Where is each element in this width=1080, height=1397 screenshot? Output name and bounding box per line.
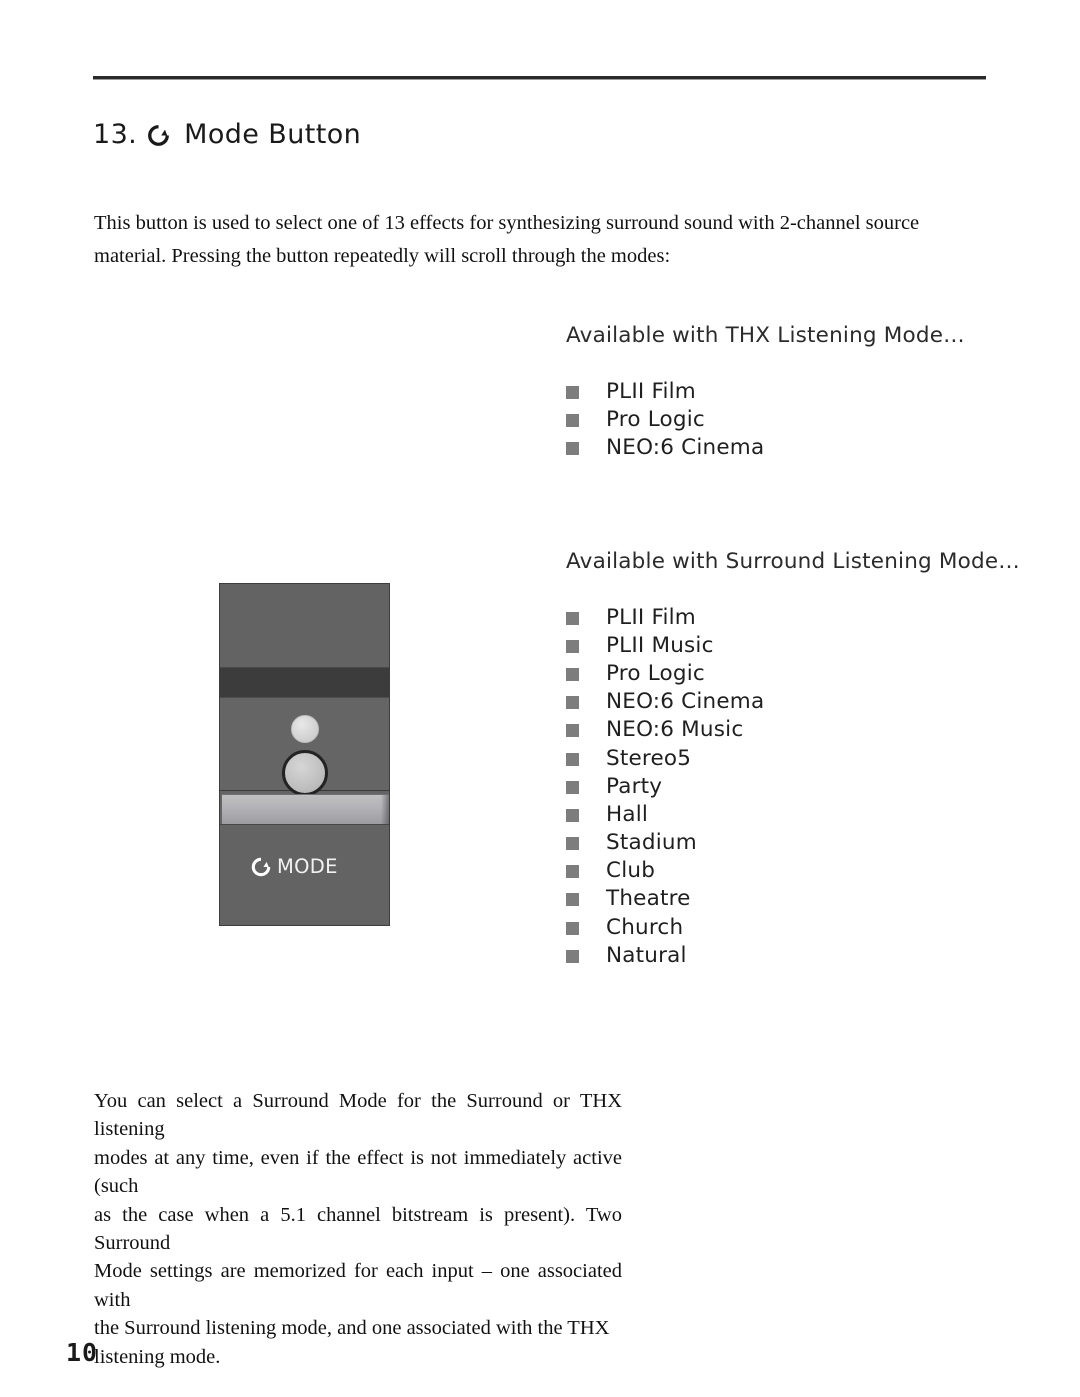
square-bullet-icon <box>566 696 579 710</box>
surround-listening-mode-list: Available with Surround Listening Mode… … <box>566 549 1020 969</box>
paragraph-line: listening mode. <box>94 1345 221 1368</box>
list-item: Pro Logic <box>566 405 965 433</box>
mode-label: Church <box>606 914 684 940</box>
surround-mode-items: PLII Film PLII Music Pro Logic NEO:6 Cin… <box>566 603 1020 969</box>
remote-mode-button[interactable] <box>281 750 328 796</box>
remote-mode-label: MODE <box>277 855 338 878</box>
thx-mode-items: PLII Film Pro Logic NEO:6 Cinema <box>566 377 965 462</box>
mode-label: Club <box>606 858 656 884</box>
remote-light-bar <box>222 794 389 825</box>
remote-dark-band <box>220 668 389 697</box>
page-title: 13. Mode Button <box>93 119 361 150</box>
square-bullet-icon <box>566 752 579 766</box>
mode-label: NEO:6 Cinema <box>606 689 765 715</box>
mode-label: PLII Film <box>606 604 696 630</box>
mode-label: Pro Logic <box>606 660 705 686</box>
square-bullet-icon <box>566 667 579 681</box>
square-bullet-icon <box>566 837 579 851</box>
square-bullet-icon <box>566 413 579 427</box>
square-bullet-icon <box>566 865 579 879</box>
mode-label: Pro Logic <box>606 406 705 432</box>
square-bullet-icon <box>566 441 579 455</box>
mode-label: Stereo5 <box>606 745 692 771</box>
thx-listening-mode-list: Available with THX Listening Mode… PLII … <box>566 323 965 462</box>
list-item: PLII Film <box>566 603 1020 631</box>
page-number: 10 <box>66 1338 99 1367</box>
paragraph-line: as the case when a 5.1 channel bitstream… <box>94 1203 622 1255</box>
remote-small-button[interactable] <box>290 715 319 743</box>
square-bullet-icon <box>566 949 579 963</box>
list-item: Church <box>566 913 1020 941</box>
list-item: Pro Logic <box>566 659 1020 687</box>
mode-label: NEO:6 Music <box>606 717 744 743</box>
cycle-arrow-icon <box>146 123 171 148</box>
section-number: 13. <box>93 119 138 150</box>
remote-control-illustration: MODE <box>219 583 390 926</box>
closing-paragraph: You can select a Surround Mode for the S… <box>94 1087 622 1371</box>
list-item: Theatre <box>566 885 1020 913</box>
remote-lower-panel: MODE <box>220 824 389 925</box>
list-item: Stereo5 <box>566 744 1020 772</box>
mode-label: PLII Film <box>606 378 696 404</box>
paragraph-line: modes at any time, even if the effect is… <box>94 1146 622 1198</box>
square-bullet-icon <box>566 611 579 625</box>
list-item: PLII Film <box>566 377 965 405</box>
square-bullet-icon <box>566 780 579 794</box>
square-bullet-icon <box>566 639 579 653</box>
square-bullet-icon <box>566 724 579 738</box>
mode-label: Theatre <box>606 886 691 912</box>
list-item: NEO:6 Cinema <box>566 433 965 461</box>
mode-label: Stadium <box>606 830 697 856</box>
square-bullet-icon <box>566 385 579 399</box>
cycle-arrow-icon <box>250 856 272 878</box>
remote-button-panel <box>220 697 389 796</box>
surround-list-title: Available with Surround Listening Mode… <box>566 549 1020 574</box>
mode-label: Hall <box>606 801 649 827</box>
list-item: Club <box>566 857 1020 885</box>
mode-label: NEO:6 Cinema <box>606 434 765 460</box>
list-item: PLII Music <box>566 631 1020 659</box>
paragraph-line: Mode settings are memorized for each inp… <box>94 1260 622 1311</box>
paragraph-line: the Surround listening mode, and one ass… <box>94 1317 610 1340</box>
list-item: Natural <box>566 941 1020 969</box>
square-bullet-icon <box>566 921 579 935</box>
thx-list-title: Available with THX Listening Mode… <box>566 323 965 348</box>
list-item: Hall <box>566 800 1020 828</box>
paragraph-line: You can select a Surround Mode for the S… <box>94 1090 622 1141</box>
square-bullet-icon <box>566 893 579 907</box>
remote-upper-panel <box>220 584 389 668</box>
header-divider <box>93 76 986 80</box>
list-item: Stadium <box>566 829 1020 857</box>
list-item: NEO:6 Cinema <box>566 688 1020 716</box>
section-title: Mode Button <box>184 119 362 150</box>
mode-label: Party <box>606 773 663 799</box>
remote-mode-legend: MODE <box>250 855 338 878</box>
intro-paragraph: This button is used to select one of 13 … <box>94 211 920 267</box>
list-item: NEO:6 Music <box>566 716 1020 744</box>
mode-label: Natural <box>606 942 687 968</box>
mode-label: PLII Music <box>606 632 714 658</box>
square-bullet-icon <box>566 808 579 822</box>
list-item: Party <box>566 772 1020 800</box>
